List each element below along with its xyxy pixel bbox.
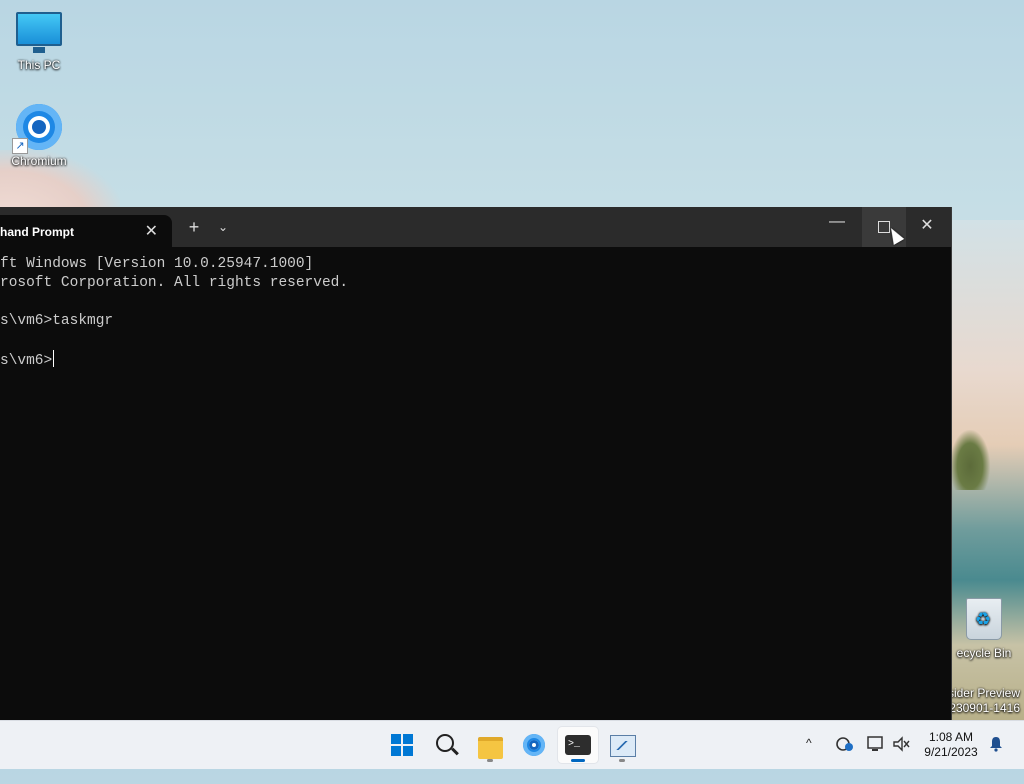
tab-close-icon[interactable]: ✕ (145, 221, 158, 241)
console-line: rosoft Corporation. All rights reserved. (0, 275, 349, 291)
windows-logo-icon (391, 734, 413, 756)
desktop-icon-this-pc[interactable]: This PC (4, 12, 74, 72)
network-icon[interactable] (866, 735, 886, 753)
taskbar-file-explorer[interactable] (470, 727, 510, 763)
new-tab-button[interactable]: + (185, 217, 203, 238)
watermark-line-2: 230901-1416 (949, 701, 1020, 715)
task-manager-icon (610, 735, 636, 757)
minimize-button[interactable]: — (822, 213, 852, 241)
desktop-icon-label: This PC (17, 58, 61, 72)
desktop-icon-label: ecycle Bin (956, 646, 1012, 660)
shortcut-arrow-icon: ↗ (12, 138, 28, 154)
console-prompt: s\vm6> (0, 353, 53, 369)
chromium-icon (523, 734, 545, 756)
clock[interactable]: 1:08 AM 9/21/2023 (920, 730, 982, 760)
taskbar: >_ ^ 1:08 AM 9/21/2023 (0, 720, 1024, 769)
desktop-wallpaper-tree (950, 430, 990, 490)
console-prompt-line: s\vm6> (0, 350, 940, 371)
onedrive-icon[interactable] (835, 735, 855, 753)
desktop-icon-label: Chromium (11, 154, 67, 168)
folder-icon (478, 737, 503, 759)
desktop-icon-chromium[interactable]: Chromium (4, 104, 74, 168)
console-line: s\vm6>taskmgr (0, 313, 114, 329)
desktop-icon-recycle-bin[interactable]: ♻ ecycle Bin (944, 598, 1024, 660)
volume-muted-icon[interactable] (892, 735, 912, 753)
search-icon (436, 734, 454, 752)
taskbar-task-manager[interactable] (602, 727, 642, 763)
chevron-down-icon[interactable]: ⌄ (214, 220, 232, 234)
clock-date: 9/21/2023 (924, 745, 978, 759)
start-button[interactable] (382, 727, 422, 763)
text-cursor (53, 350, 55, 367)
search-button[interactable] (426, 727, 466, 763)
monitor-icon (4, 12, 74, 53)
recycle-bin-icon: ♻ (944, 598, 1024, 640)
terminal-window[interactable]: hand Prompt ✕ + ⌄ — ✕ ft Windows [Versio… (0, 207, 952, 720)
tab-command-prompt[interactable]: hand Prompt ✕ (0, 215, 172, 247)
watermark-line-1: sider Preview (947, 686, 1020, 700)
taskbar-terminal[interactable]: >_ (558, 727, 598, 763)
clock-time: 1:08 AM (928, 730, 974, 744)
active-indicator (571, 759, 585, 762)
tab-title: hand Prompt (0, 225, 74, 239)
running-indicator (487, 759, 493, 762)
notification-bell-icon[interactable] (988, 736, 1004, 752)
terminal-icon: >_ (565, 735, 591, 755)
chevron-up-icon[interactable]: ^ (806, 736, 820, 784)
close-button[interactable]: ✕ (912, 215, 942, 235)
console-line: ft Windows [Version 10.0.25947.1000] (0, 256, 314, 272)
console-output[interactable]: ft Windows [Version 10.0.25947.1000] roso… (0, 255, 940, 371)
terminal-titlebar[interactable]: hand Prompt ✕ + ⌄ — ✕ (0, 207, 951, 247)
taskbar-chromium[interactable] (514, 727, 554, 763)
running-indicator (619, 759, 625, 762)
